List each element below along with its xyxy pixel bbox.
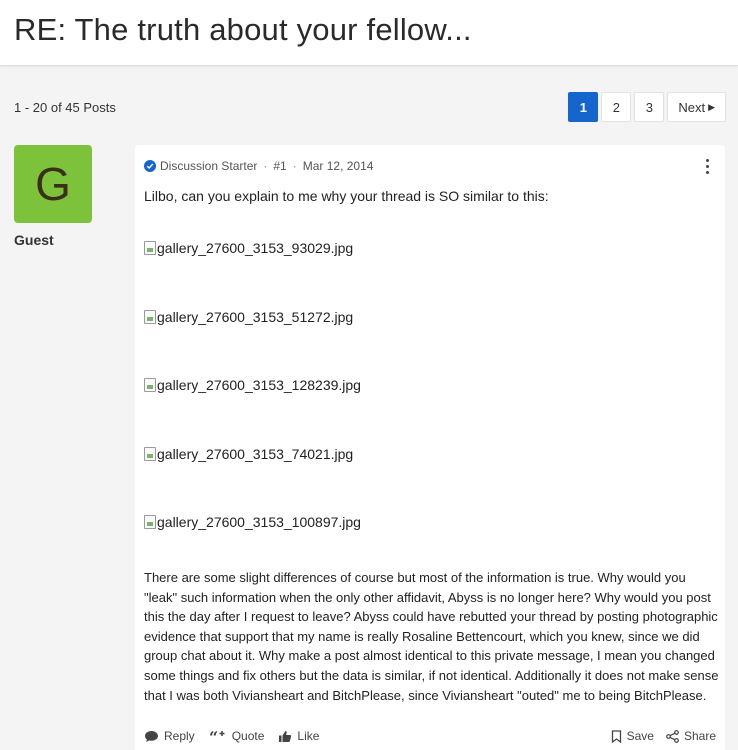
meta-separator: · (292, 159, 297, 173)
post-number[interactable]: #1 (273, 159, 286, 173)
broken-image: gallery_27600_3153_128239.jpg (144, 377, 361, 393)
broken-image-icon (144, 241, 156, 255)
verified-check-icon (144, 160, 156, 172)
bookmark-icon (611, 729, 621, 743)
save-label: Save (626, 729, 654, 743)
post-card: Discussion Starter · #1 · Mar 12, 2014 L… (135, 145, 725, 750)
reply-icon (145, 730, 158, 742)
reply-label: Reply (164, 729, 195, 743)
image-alt-text: gallery_27600_3153_51272.jpg (157, 309, 354, 325)
share-button[interactable]: Share (666, 729, 716, 743)
more-options-icon[interactable] (703, 159, 711, 174)
meta-separator: · (263, 159, 268, 173)
share-label: Share (683, 729, 716, 743)
broken-image-icon (144, 310, 156, 324)
quote-icon: “ (209, 730, 225, 743)
post-actions-right: Save Share (599, 729, 716, 743)
post-meta: Discussion Starter · #1 · Mar 12, 2014 (144, 159, 373, 173)
broken-image: gallery_27600_3153_100897.jpg (144, 514, 361, 530)
image-alt-text: gallery_27600_3153_128239.jpg (157, 377, 361, 393)
page-button-2[interactable]: 2 (601, 92, 632, 122)
post-intro: Lilbo, can you explain to me why your th… (144, 188, 549, 204)
page-header: RE: The truth about your fellow... (0, 0, 738, 66)
share-icon (666, 729, 679, 743)
image-alt-text: gallery_27600_3153_93029.jpg (157, 240, 354, 256)
broken-image: gallery_27600_3153_74021.jpg (144, 446, 353, 462)
broken-image: gallery_27600_3153_51272.jpg (144, 309, 353, 325)
username[interactable]: Guest (14, 232, 54, 248)
page-title: RE: The truth about your fellow... (14, 12, 472, 47)
broken-image: gallery_27600_3153_93029.jpg (144, 240, 353, 256)
post-date: Mar 12, 2014 (302, 159, 374, 173)
post-body: There are some slight differences of cou… (144, 570, 719, 703)
svg-text:“: “ (209, 730, 218, 743)
page-button-1[interactable]: 1 (568, 92, 599, 122)
broken-image-icon (144, 447, 156, 461)
thumbs-up-icon (279, 730, 292, 742)
broken-image-icon (144, 515, 156, 529)
broken-image-icon (144, 378, 156, 392)
quote-label: Quote (231, 729, 265, 743)
triangle-right-icon: ▶ (708, 101, 715, 112)
page-button-3[interactable]: 3 (634, 92, 665, 122)
quote-button[interactable]: “ Quote (209, 729, 265, 743)
next-label: Next (678, 99, 706, 115)
like-label: Like (297, 729, 320, 743)
discussion-starter-badge: Discussion Starter (160, 159, 258, 173)
save-button[interactable]: Save (611, 729, 654, 743)
next-page-button[interactable]: Next ▶ (667, 92, 726, 122)
image-alt-text: gallery_27600_3153_100897.jpg (157, 514, 361, 530)
image-alt-text: gallery_27600_3153_74021.jpg (157, 446, 354, 462)
posts-count: 1 - 20 of 45 Posts (14, 100, 116, 115)
like-button[interactable]: Like (278, 729, 319, 743)
avatar[interactable]: G (14, 145, 92, 223)
reply-button[interactable]: Reply (144, 729, 195, 743)
pagination: 1 2 3 Next ▶ (568, 92, 726, 122)
post-actions: Reply “ Quote Like Save Share (144, 729, 716, 743)
